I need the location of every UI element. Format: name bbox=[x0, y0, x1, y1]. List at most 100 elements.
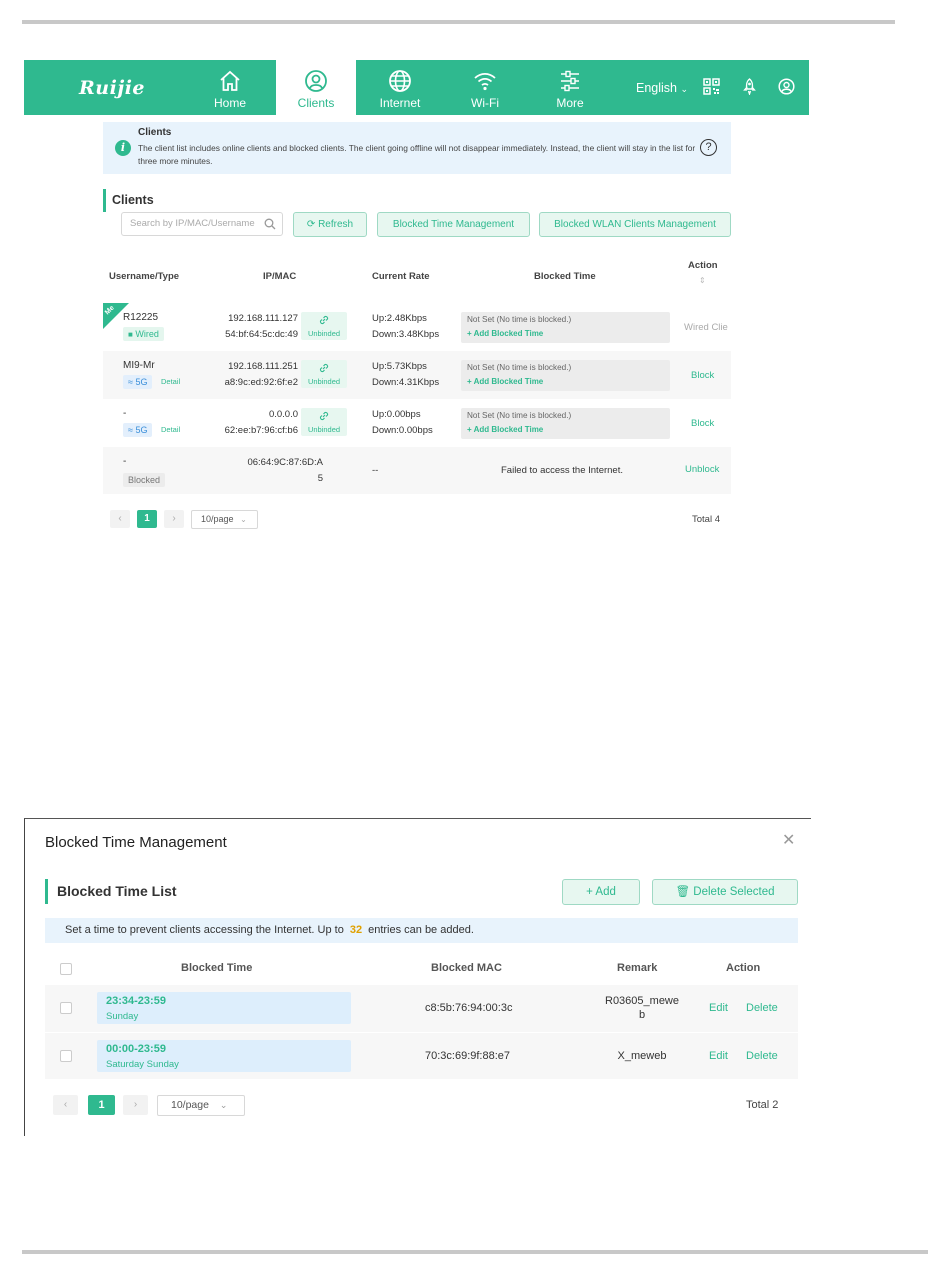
block-button[interactable]: Block bbox=[691, 418, 714, 429]
nav-home[interactable]: Home bbox=[190, 60, 270, 115]
refresh-icon: ⟳ bbox=[306, 219, 316, 230]
detail-link[interactable]: Detail bbox=[161, 425, 180, 434]
blocked-time-list-title: Blocked Time List bbox=[45, 879, 177, 904]
remark-line-1: X_meweb bbox=[617, 1050, 667, 1062]
client-name: - bbox=[123, 456, 127, 467]
client-mac: 54:bf:64:5c:dc:49 bbox=[225, 329, 298, 340]
language-label: English bbox=[636, 81, 677, 95]
header-action: Action bbox=[726, 962, 761, 974]
add-blocked-time-link[interactable]: + Add Blocked Time bbox=[467, 329, 543, 338]
top-nav-bar: Ruijie Home Clients Internet Wi-Fi More … bbox=[24, 60, 809, 115]
wifi-icon: ≈ bbox=[128, 377, 133, 387]
rate-empty: -- bbox=[372, 465, 379, 476]
client-ip: 0.0.0.0 bbox=[268, 409, 298, 420]
next-page-button[interactable]: › bbox=[164, 510, 184, 528]
bottom-divider bbox=[22, 1250, 928, 1254]
close-icon[interactable]: ✕ bbox=[782, 830, 795, 850]
bind-button[interactable]: Unbinded bbox=[301, 312, 347, 340]
add-label: Add bbox=[595, 886, 616, 898]
blocked-time-status: Not Set (No time is blocked.) bbox=[467, 411, 572, 420]
top-divider bbox=[22, 20, 895, 24]
plus-icon: + bbox=[467, 377, 472, 386]
info-icon: i bbox=[115, 140, 131, 156]
blocked-time-management-button[interactable]: Blocked Time Management bbox=[377, 212, 530, 237]
table-row: 00:00-23:59 Saturday Sunday 70:3c:69:9f:… bbox=[45, 1032, 798, 1079]
block-button[interactable]: Block bbox=[691, 370, 714, 381]
nav-wifi[interactable]: Wi-Fi bbox=[445, 60, 525, 115]
qr-code-icon[interactable] bbox=[703, 78, 720, 95]
page-number[interactable]: 1 bbox=[137, 510, 157, 528]
help-icon[interactable]: ? bbox=[700, 139, 717, 156]
info-notice: i Clients The client list includes onlin… bbox=[103, 122, 731, 174]
table-row: 23:34-23:59 Sunday c8:5b:76:94:00:3c R03… bbox=[45, 985, 798, 1032]
link-icon bbox=[319, 315, 329, 325]
remark-line-1: R03605_mewe bbox=[605, 995, 679, 1007]
bind-button[interactable]: Unbinded bbox=[301, 408, 347, 436]
search-field[interactable] bbox=[121, 212, 283, 236]
nav-clients[interactable]: Clients bbox=[276, 60, 356, 115]
blocked-time-entry: 00:00-23:59 Saturday Sunday bbox=[97, 1040, 351, 1072]
type-label: Wired bbox=[135, 329, 159, 339]
nav-internet[interactable]: Internet bbox=[360, 60, 440, 115]
wired-tag: ■ Wired bbox=[123, 327, 164, 341]
delete-button[interactable]: Delete bbox=[746, 1050, 778, 1062]
page-size-value: 10/page bbox=[201, 514, 234, 524]
language-selector[interactable]: English ⌄ bbox=[636, 81, 688, 95]
notice-text-before: Set a time to prevent clients accessing … bbox=[65, 924, 344, 936]
chevron-down-icon: ⌄ bbox=[219, 1100, 228, 1110]
clients-total: Total 4 bbox=[692, 514, 720, 525]
page-size-select[interactable]: 10/page ⌄ bbox=[191, 510, 258, 529]
edit-button[interactable]: Edit bbox=[709, 1002, 728, 1014]
header-ip-mac: IP/MAC bbox=[263, 271, 297, 282]
nav-internet-label: Internet bbox=[379, 96, 421, 110]
add-blocked-time-link[interactable]: + Add Blocked Time bbox=[467, 377, 543, 386]
plus-icon: + bbox=[467, 329, 472, 338]
plus-icon: + bbox=[586, 886, 593, 898]
prev-page-button[interactable]: ‹ bbox=[110, 510, 130, 528]
link-icon bbox=[319, 411, 329, 421]
add-blocked-time-label: Add Blocked Time bbox=[473, 329, 544, 338]
detail-link[interactable]: Detail bbox=[161, 377, 180, 386]
delete-selected-label: Delete Selected bbox=[693, 886, 775, 898]
link-icon bbox=[319, 363, 329, 373]
rate-up: Up:0.00bps bbox=[372, 409, 421, 420]
header-blocked-mac: Blocked MAC bbox=[431, 962, 502, 974]
edit-button[interactable]: Edit bbox=[709, 1050, 728, 1062]
modal-total: Total 2 bbox=[746, 1099, 779, 1111]
blocked-time-status: Not Set (No time is blocked.) bbox=[467, 315, 572, 324]
refresh-button[interactable]: ⟳ Refresh bbox=[293, 212, 367, 237]
add-button[interactable]: + Add bbox=[562, 879, 640, 905]
delete-selected-button[interactable]: 🗑 Delete Selected bbox=[652, 879, 798, 905]
add-blocked-time-label: Add Blocked Time bbox=[473, 377, 544, 386]
client-mac-wrap: 5 bbox=[317, 473, 323, 484]
delete-button[interactable]: Delete bbox=[746, 1002, 778, 1014]
prev-page-button[interactable]: ‹ bbox=[53, 1095, 78, 1115]
next-page-button[interactable]: › bbox=[123, 1095, 148, 1115]
search-icon bbox=[264, 218, 276, 230]
row-checkbox[interactable] bbox=[60, 1002, 72, 1014]
days: Saturday Sunday bbox=[106, 1059, 179, 1070]
select-all-checkbox[interactable] bbox=[60, 963, 72, 975]
type-label: 5G bbox=[135, 377, 148, 387]
client-mac: a8:9c:ed:92:6f:e2 bbox=[224, 377, 298, 388]
unblock-button[interactable]: Unblock bbox=[685, 464, 719, 475]
rocket-icon[interactable] bbox=[741, 78, 758, 95]
client-mac: 06:64:9C:87:6D:A bbox=[247, 457, 323, 468]
search-input[interactable] bbox=[130, 218, 260, 229]
section-title-clients: Clients bbox=[103, 189, 154, 212]
account-icon[interactable] bbox=[778, 78, 795, 95]
wifi-5g-tag: ≈ 5G bbox=[123, 375, 153, 389]
blocked-wlan-clients-button[interactable]: Blocked WLAN Clients Management bbox=[539, 212, 731, 237]
row-checkbox[interactable] bbox=[60, 1050, 72, 1062]
client-ip: 192.168.111.251 bbox=[228, 361, 298, 372]
client-name: MI9-Mr bbox=[123, 360, 155, 371]
bind-button[interactable]: Unbinded bbox=[301, 360, 347, 388]
header-remark: Remark bbox=[617, 962, 658, 974]
nav-more[interactable]: More bbox=[530, 60, 610, 115]
entry-limit: 32 bbox=[349, 924, 363, 936]
header-blocked-time: Blocked Time bbox=[534, 271, 596, 282]
add-blocked-time-link[interactable]: + Add Blocked Time bbox=[467, 425, 543, 434]
page-size-select[interactable]: 10/page ⌄ bbox=[157, 1095, 245, 1116]
page-number[interactable]: 1 bbox=[88, 1095, 115, 1115]
sort-icon[interactable]: ⇕ bbox=[699, 276, 706, 285]
